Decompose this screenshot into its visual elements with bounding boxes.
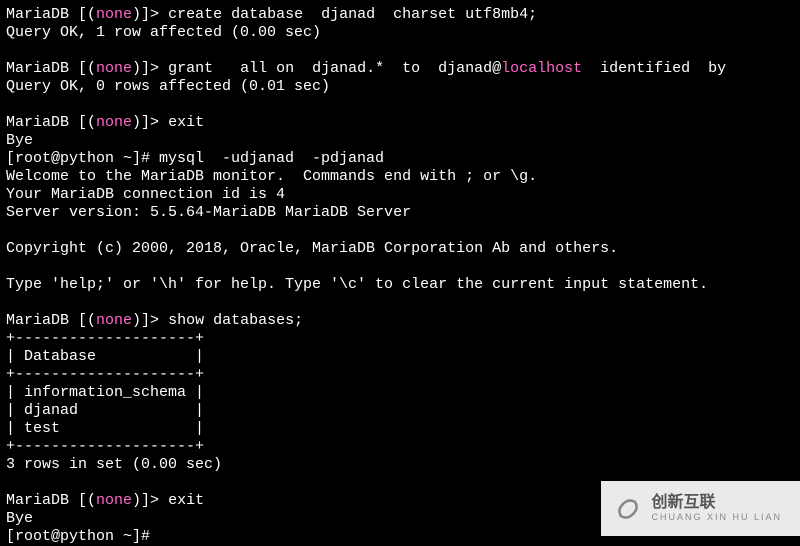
cmd-exit: exit [168, 114, 204, 131]
help-text: Type 'help;' or '\h' for help. Type '\c'… [6, 276, 708, 293]
blank [6, 222, 15, 239]
bracket: )]> [132, 114, 168, 131]
blank [6, 474, 15, 491]
watermark-main: 创新互联 [651, 495, 782, 511]
prompt-maria: MariaDB [6, 312, 69, 329]
shell-prompt: [root@python ~]# mysql -udjanad -pdjanad [6, 150, 384, 167]
terminal-output: MariaDB [(none)]> create database djanad… [6, 6, 794, 546]
logo-icon [615, 496, 641, 522]
rows-in-set: 3 rows in set (0.00 sec) [6, 456, 222, 473]
cmd-grant-a: grant all on djanad.* to djanad@ [168, 60, 501, 77]
prompt-maria: MariaDB [6, 492, 69, 509]
prompt-maria: MariaDB [6, 60, 69, 77]
shell-prompt: [root@python ~]# [6, 528, 159, 545]
table-border: +--------------------+ [6, 366, 204, 383]
cmd-create-db: create database djanad charset utf8mb4; [168, 6, 537, 23]
welcome: Welcome to the MariaDB monitor. Commands… [6, 168, 537, 185]
table-border: +--------------------+ [6, 330, 204, 347]
table-row: | test | [6, 420, 204, 437]
table-row: | djanad | [6, 402, 204, 419]
db-none: none [96, 492, 132, 509]
prompt-maria: MariaDB [6, 6, 69, 23]
blank [6, 294, 15, 311]
cmd-show-databases: show databases; [168, 312, 303, 329]
db-none: none [96, 114, 132, 131]
bracket: )]> [132, 60, 168, 77]
cmd-exit: exit [168, 492, 204, 509]
bracket: )]> [132, 492, 168, 509]
watermark-sub: CHUANG XIN HU LIAN [651, 513, 782, 522]
blank [6, 96, 15, 113]
bye: Bye [6, 132, 33, 149]
bracket: [( [69, 312, 96, 329]
blank [6, 258, 15, 275]
localhost: localhost [501, 60, 582, 77]
table-border: +--------------------+ [6, 438, 204, 455]
server-version: Server version: 5.5.64-MariaDB MariaDB S… [6, 204, 411, 221]
bracket: [( [69, 492, 96, 509]
bracket: [( [69, 60, 96, 77]
blank [6, 42, 15, 59]
connection-id: Your MariaDB connection id is 4 [6, 186, 285, 203]
cmd-grant-b: identified by [582, 60, 726, 77]
table-row: | information_schema | [6, 384, 204, 401]
table-header: | Database | [6, 348, 204, 365]
bracket: [( [69, 114, 96, 131]
result-query-ok: Query OK, 1 row affected (0.00 sec) [6, 24, 321, 41]
db-none: none [96, 60, 132, 77]
prompt-maria: MariaDB [6, 114, 69, 131]
bracket: [( [69, 6, 96, 23]
bye: Bye [6, 510, 33, 527]
db-none: none [96, 312, 132, 329]
bracket: )]> [132, 312, 168, 329]
watermark: 创新互联 CHUANG XIN HU LIAN [601, 481, 800, 536]
bracket: )]> [132, 6, 168, 23]
db-none: none [96, 6, 132, 23]
copyright: Copyright (c) 2000, 2018, Oracle, MariaD… [6, 240, 618, 257]
result-query-ok: Query OK, 0 rows affected (0.01 sec) [6, 78, 330, 95]
